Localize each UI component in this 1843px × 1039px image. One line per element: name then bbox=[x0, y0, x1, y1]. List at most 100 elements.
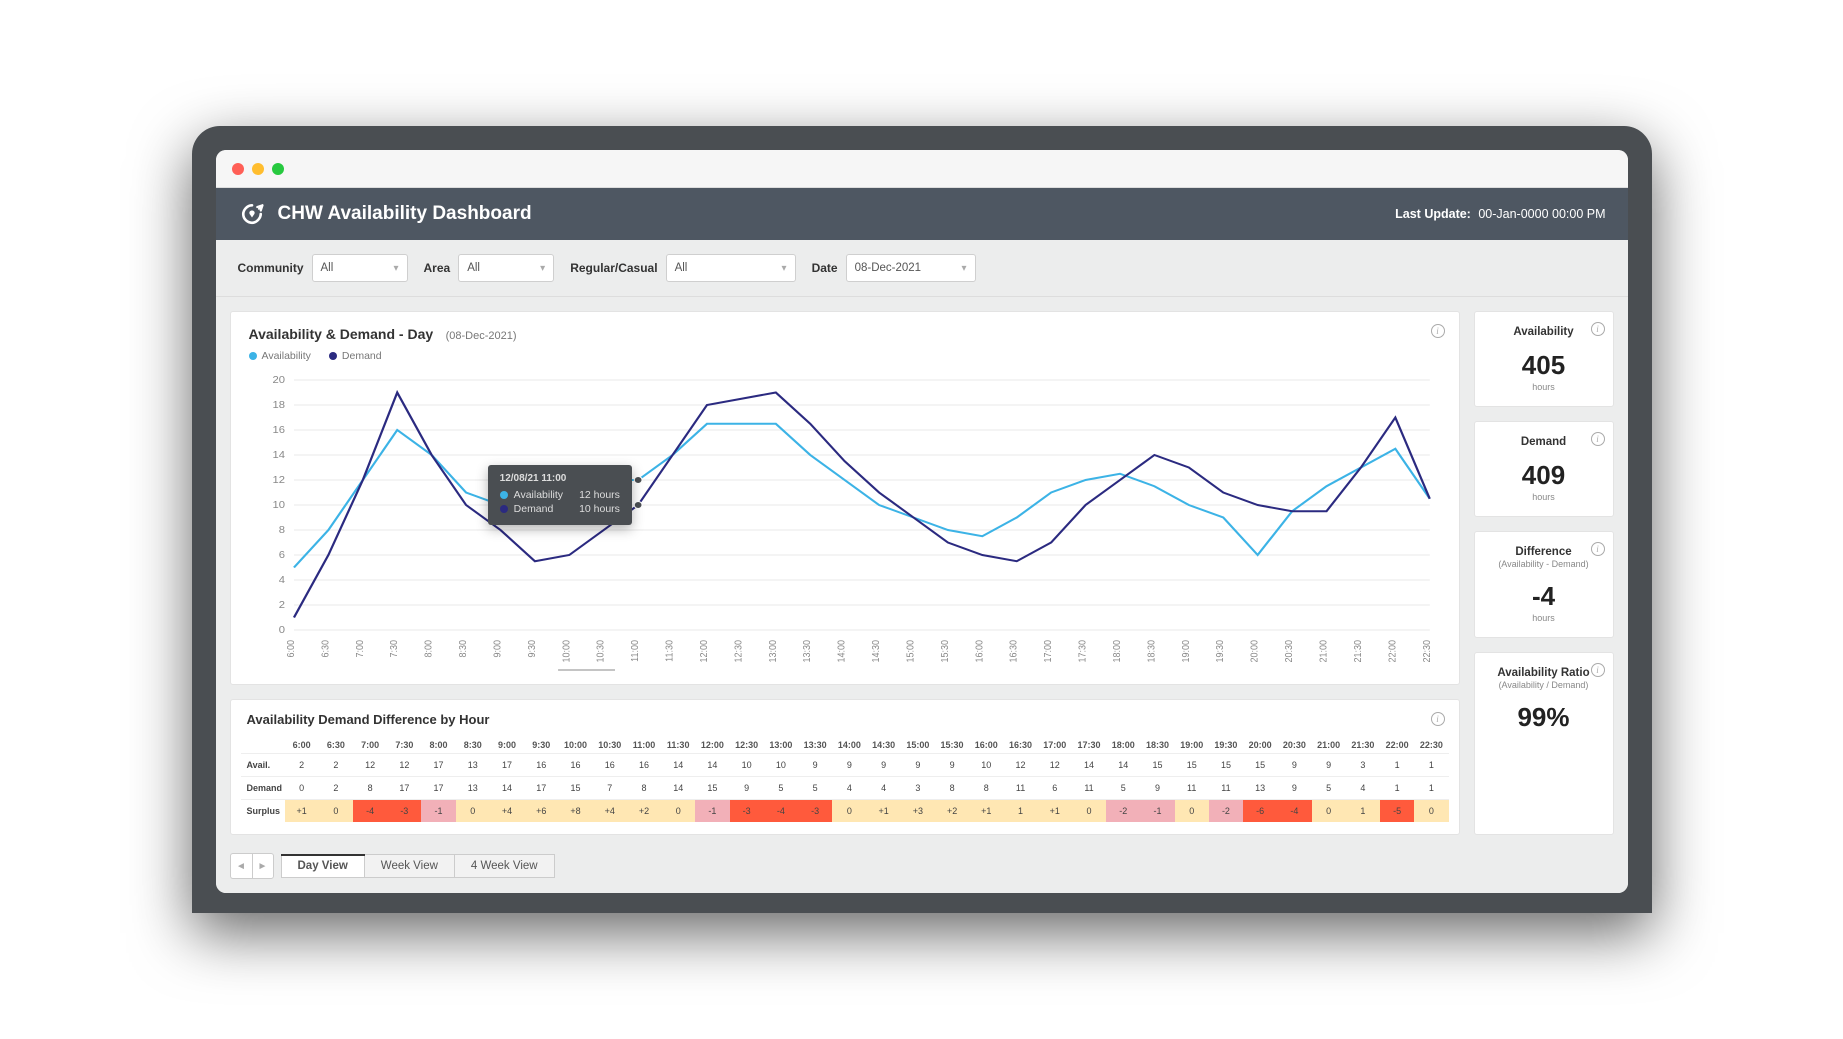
minimize-window-dot[interactable] bbox=[252, 163, 264, 175]
diff-surplus-cell: +4 bbox=[593, 800, 627, 823]
legend-availability[interactable]: Availability bbox=[249, 350, 311, 362]
legend-demand-label: Demand bbox=[342, 350, 382, 362]
diff-col-header: 14:00 bbox=[832, 737, 866, 754]
stat-ratio-value: 99% bbox=[1481, 702, 1607, 733]
diff-demand-cell: 8 bbox=[353, 777, 387, 800]
close-window-dot[interactable] bbox=[232, 163, 244, 175]
diff-demand-cell: 1 bbox=[1380, 777, 1414, 800]
diff-avail-cell: 12 bbox=[353, 754, 387, 777]
diff-demand-cell: 11 bbox=[1209, 777, 1243, 800]
diff-surplus-cell: +1 bbox=[1038, 800, 1072, 823]
diff-col-header: 13:00 bbox=[764, 737, 798, 754]
diff-surplus-cell: -2 bbox=[1209, 800, 1243, 823]
diff-avail-cell: 16 bbox=[524, 754, 558, 777]
last-update-label: Last Update: bbox=[1395, 207, 1471, 221]
diff-avail-cell: 17 bbox=[490, 754, 524, 777]
diff-col-header: 11:00 bbox=[627, 737, 661, 754]
diff-demand-cell: 15 bbox=[695, 777, 729, 800]
info-icon[interactable]: i bbox=[1591, 322, 1605, 336]
filter-label-regular-casual: Regular/Casual bbox=[570, 261, 657, 275]
diff-demand-cell: 1 bbox=[1414, 777, 1448, 800]
svg-text:8:00: 8:00 bbox=[423, 640, 435, 658]
diff-col-header: 10:30 bbox=[593, 737, 627, 754]
chevron-down-icon: ▾ bbox=[782, 263, 787, 274]
maximize-window-dot[interactable] bbox=[272, 163, 284, 175]
svg-text:6:00: 6:00 bbox=[285, 640, 297, 658]
date-select[interactable]: 08-Dec-2021 ▾ bbox=[846, 254, 976, 282]
diff-surplus-cell: -3 bbox=[730, 800, 764, 823]
diff-demand-cell: 17 bbox=[421, 777, 455, 800]
chart-header: Availability & Demand - Day (08-Dec-2021… bbox=[249, 326, 1441, 344]
diff-surplus-cell: 0 bbox=[661, 800, 695, 823]
stat-difference-value: -4 bbox=[1481, 581, 1607, 612]
diff-surplus-cell: -5 bbox=[1380, 800, 1414, 823]
info-icon[interactable]: i bbox=[1591, 432, 1605, 446]
diff-demand-cell: 14 bbox=[661, 777, 695, 800]
stat-difference-sublabel: (Availability - Demand) bbox=[1481, 559, 1607, 569]
svg-text:20: 20 bbox=[272, 375, 285, 386]
diff-avail-cell: 9 bbox=[935, 754, 969, 777]
diff-demand-cell: 3 bbox=[901, 777, 935, 800]
diff-col-header: 12:00 bbox=[695, 737, 729, 754]
diff-surplus-cell: 0 bbox=[1175, 800, 1209, 823]
diff-col-header: 22:00 bbox=[1380, 737, 1414, 754]
tab-four-week-view[interactable]: 4 Week View bbox=[454, 854, 555, 878]
diff-surplus-cell: -1 bbox=[695, 800, 729, 823]
window-titlebar bbox=[216, 150, 1628, 188]
community-select[interactable]: All ▾ bbox=[312, 254, 408, 282]
diff-demand-cell: 5 bbox=[1312, 777, 1346, 800]
stat-difference-label: Difference bbox=[1481, 546, 1607, 558]
diff-demand-cell: 14 bbox=[490, 777, 524, 800]
diff-avail-cell: 14 bbox=[661, 754, 695, 777]
tab-day-view[interactable]: Day View bbox=[281, 854, 365, 878]
diff-surplus-cell: +2 bbox=[935, 800, 969, 823]
diff-demand-cell: 5 bbox=[1106, 777, 1140, 800]
chart-subtitle: (08-Dec-2021) bbox=[446, 330, 517, 342]
diff-avail-cell: 15 bbox=[1140, 754, 1174, 777]
info-icon[interactable]: i bbox=[1591, 663, 1605, 677]
diff-avail-cell: 16 bbox=[593, 754, 627, 777]
svg-text:12: 12 bbox=[272, 475, 285, 486]
diff-demand-cell: 9 bbox=[1277, 777, 1311, 800]
diff-surplus-cell: -4 bbox=[353, 800, 387, 823]
chevron-down-icon: ▾ bbox=[393, 263, 398, 274]
diff-avail-cell: 17 bbox=[421, 754, 455, 777]
svg-text:14:00: 14:00 bbox=[836, 640, 848, 662]
svg-text:21:00: 21:00 bbox=[1318, 640, 1330, 662]
area-select[interactable]: All ▾ bbox=[458, 254, 554, 282]
diff-col-header: 6:30 bbox=[319, 737, 353, 754]
line-chart-area[interactable]: 024681012141618206:006:307:007:308:008:3… bbox=[249, 372, 1441, 672]
svg-text:6: 6 bbox=[278, 550, 284, 561]
diff-col-header: 17:00 bbox=[1038, 737, 1072, 754]
diff-surplus-cell: +1 bbox=[866, 800, 900, 823]
diff-col-header: 20:00 bbox=[1243, 737, 1277, 754]
svg-text:15:00: 15:00 bbox=[905, 640, 917, 662]
diff-col-header: 12:30 bbox=[730, 737, 764, 754]
svg-text:9:00: 9:00 bbox=[492, 640, 504, 658]
info-icon[interactable]: i bbox=[1591, 542, 1605, 556]
tab-prev-arrow[interactable]: ◄ bbox=[230, 853, 252, 879]
diff-col-header: 14:30 bbox=[866, 737, 900, 754]
info-icon[interactable]: i bbox=[1431, 324, 1445, 338]
tab-next-arrow[interactable]: ► bbox=[252, 853, 274, 879]
diff-demand-cell: 8 bbox=[627, 777, 661, 800]
info-icon[interactable]: i bbox=[1431, 712, 1445, 726]
chevron-down-icon: ▾ bbox=[962, 263, 967, 274]
diff-surplus-cell: +4 bbox=[490, 800, 524, 823]
diff-col-header: 20:30 bbox=[1277, 737, 1311, 754]
app-logo-icon bbox=[238, 200, 266, 228]
svg-text:7:30: 7:30 bbox=[388, 640, 400, 658]
diff-demand-cell: 4 bbox=[832, 777, 866, 800]
legend-dot-availability bbox=[249, 352, 257, 360]
main-column: i Availability & Demand - Day (08-Dec-20… bbox=[230, 311, 1460, 835]
stat-demand-unit: hours bbox=[1481, 492, 1607, 502]
diff-col-header: 6:00 bbox=[285, 737, 319, 754]
svg-text:12:30: 12:30 bbox=[732, 640, 744, 662]
tab-week-view[interactable]: Week View bbox=[364, 854, 455, 878]
regular-casual-select[interactable]: All ▾ bbox=[666, 254, 796, 282]
stat-demand-label: Demand bbox=[1481, 436, 1607, 448]
diff-col-header: 19:30 bbox=[1209, 737, 1243, 754]
diff-surplus-cell: -1 bbox=[1140, 800, 1174, 823]
legend-demand[interactable]: Demand bbox=[329, 350, 382, 362]
diff-surplus-cell: 0 bbox=[1312, 800, 1346, 823]
